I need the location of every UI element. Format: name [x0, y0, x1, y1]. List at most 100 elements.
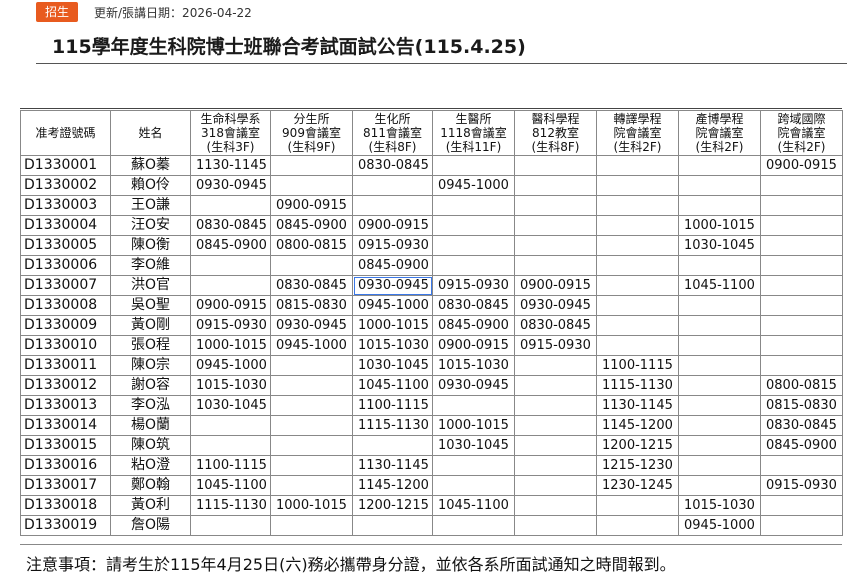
- interview-time-cell[interactable]: 1115-1130: [190, 495, 271, 516]
- interview-time-cell[interactable]: [514, 255, 597, 276]
- candidate-name-cell[interactable]: 黃O利: [110, 495, 191, 516]
- exam-id-cell[interactable]: D1330018: [20, 495, 111, 516]
- interview-time-cell[interactable]: [514, 215, 597, 236]
- exam-id-cell[interactable]: D1330002: [20, 175, 111, 196]
- interview-time-cell[interactable]: [760, 495, 843, 516]
- interview-time-cell[interactable]: [678, 315, 761, 336]
- candidate-name-cell[interactable]: 詹O陽: [110, 515, 191, 536]
- interview-time-cell[interactable]: 1115-1130: [352, 415, 433, 436]
- interview-time-cell[interactable]: [596, 255, 679, 276]
- candidate-name-cell[interactable]: 李O泓: [110, 395, 191, 416]
- interview-time-cell[interactable]: [514, 155, 597, 176]
- interview-time-cell[interactable]: [760, 255, 843, 276]
- interview-time-cell[interactable]: [514, 375, 597, 396]
- interview-time-cell[interactable]: 0945-1000: [352, 295, 433, 316]
- interview-time-cell[interactable]: 1200-1215: [352, 495, 433, 516]
- candidate-name-cell[interactable]: 陳O宗: [110, 355, 191, 376]
- interview-time-cell[interactable]: [760, 355, 843, 376]
- interview-time-cell[interactable]: 1115-1130: [596, 375, 679, 396]
- exam-id-cell[interactable]: D1330003: [20, 195, 111, 216]
- interview-time-cell[interactable]: [270, 475, 353, 496]
- interview-time-cell[interactable]: 0900-0915: [352, 215, 433, 236]
- interview-time-cell[interactable]: 1045-1100: [432, 495, 515, 516]
- selected-time-cell[interactable]: 0930-0945: [352, 275, 433, 296]
- interview-time-cell[interactable]: [432, 195, 515, 216]
- exam-id-cell[interactable]: D1330016: [20, 455, 111, 476]
- exam-id-cell[interactable]: D1330005: [20, 235, 111, 256]
- interview-time-cell[interactable]: 0800-0815: [760, 375, 843, 396]
- interview-time-cell[interactable]: [596, 175, 679, 196]
- exam-id-cell[interactable]: D1330010: [20, 335, 111, 356]
- interview-time-cell[interactable]: [514, 495, 597, 516]
- interview-time-cell[interactable]: 1030-1045: [432, 435, 515, 456]
- interview-time-cell[interactable]: [432, 235, 515, 256]
- candidate-name-cell[interactable]: 鄭O翰: [110, 475, 191, 496]
- interview-time-cell[interactable]: 1100-1115: [352, 395, 433, 416]
- interview-time-cell[interactable]: [760, 295, 843, 316]
- category-tag[interactable]: 招生: [36, 2, 79, 22]
- interview-time-cell[interactable]: [514, 395, 597, 416]
- interview-time-cell[interactable]: 1030-1045: [190, 395, 271, 416]
- interview-time-cell[interactable]: 1000-1015: [190, 335, 271, 356]
- interview-time-cell[interactable]: [596, 335, 679, 356]
- interview-time-cell[interactable]: [514, 235, 597, 256]
- interview-time-cell[interactable]: 0945-1000: [270, 335, 353, 356]
- candidate-name-cell[interactable]: 粘O澄: [110, 455, 191, 476]
- interview-time-cell[interactable]: 1145-1200: [352, 475, 433, 496]
- interview-time-cell[interactable]: [190, 255, 271, 276]
- interview-time-cell[interactable]: [678, 355, 761, 376]
- interview-time-cell[interactable]: 1230-1245: [596, 475, 679, 496]
- interview-time-cell[interactable]: 1045-1100: [190, 475, 271, 496]
- interview-time-cell[interactable]: [432, 395, 515, 416]
- interview-time-cell[interactable]: [514, 355, 597, 376]
- interview-time-cell[interactable]: 0930-0945: [270, 315, 353, 336]
- interview-time-cell[interactable]: 0830-0845: [514, 315, 597, 336]
- candidate-name-cell[interactable]: 黃O剛: [110, 315, 191, 336]
- interview-time-cell[interactable]: [352, 195, 433, 216]
- interview-time-cell[interactable]: [270, 415, 353, 436]
- interview-time-cell[interactable]: [514, 515, 597, 536]
- interview-time-cell[interactable]: [514, 455, 597, 476]
- candidate-name-cell[interactable]: 吳O聖: [110, 295, 191, 316]
- interview-time-cell[interactable]: [352, 175, 433, 196]
- candidate-name-cell[interactable]: 汪O安: [110, 215, 191, 236]
- interview-time-cell[interactable]: 0915-0930: [760, 475, 843, 496]
- interview-time-cell[interactable]: [678, 335, 761, 356]
- interview-time-cell[interactable]: [678, 255, 761, 276]
- candidate-name-cell[interactable]: 楊O蘭: [110, 415, 191, 436]
- interview-time-cell[interactable]: [270, 255, 353, 276]
- candidate-name-cell[interactable]: 陳O筑: [110, 435, 191, 456]
- candidate-name-cell[interactable]: 洪O官: [110, 275, 191, 296]
- interview-time-cell[interactable]: 1030-1045: [352, 355, 433, 376]
- interview-time-cell[interactable]: [270, 455, 353, 476]
- exam-id-cell[interactable]: D1330012: [20, 375, 111, 396]
- interview-time-cell[interactable]: 0845-0900: [760, 435, 843, 456]
- interview-time-cell[interactable]: [678, 475, 761, 496]
- interview-time-cell[interactable]: 1100-1115: [596, 355, 679, 376]
- interview-time-cell[interactable]: 0930-0945: [432, 375, 515, 396]
- interview-time-cell[interactable]: [514, 415, 597, 436]
- exam-id-cell[interactable]: D1330017: [20, 475, 111, 496]
- interview-time-cell[interactable]: [678, 375, 761, 396]
- candidate-name-cell[interactable]: 謝O容: [110, 375, 191, 396]
- interview-time-cell[interactable]: [760, 315, 843, 336]
- exam-id-cell[interactable]: D1330007: [20, 275, 111, 296]
- exam-id-cell[interactable]: D1330019: [20, 515, 111, 536]
- interview-time-cell[interactable]: 1000-1015: [270, 495, 353, 516]
- interview-time-cell[interactable]: 1130-1145: [596, 395, 679, 416]
- interview-time-cell[interactable]: [270, 395, 353, 416]
- interview-time-cell[interactable]: 0830-0845: [432, 295, 515, 316]
- interview-time-cell[interactable]: [270, 355, 353, 376]
- interview-time-cell[interactable]: [678, 415, 761, 436]
- interview-time-cell[interactable]: [270, 375, 353, 396]
- interview-time-cell[interactable]: 0930-0945: [514, 295, 597, 316]
- interview-time-cell[interactable]: 0915-0930: [352, 235, 433, 256]
- interview-time-cell[interactable]: 0915-0930: [432, 275, 515, 296]
- interview-time-cell[interactable]: 0945-1000: [190, 355, 271, 376]
- interview-time-cell[interactable]: 0845-0900: [190, 235, 271, 256]
- exam-id-cell[interactable]: D1330001: [20, 155, 111, 176]
- candidate-name-cell[interactable]: 張O程: [110, 335, 191, 356]
- interview-time-cell[interactable]: [678, 295, 761, 316]
- interview-time-cell[interactable]: [678, 435, 761, 456]
- interview-time-cell[interactable]: 1015-1030: [432, 355, 515, 376]
